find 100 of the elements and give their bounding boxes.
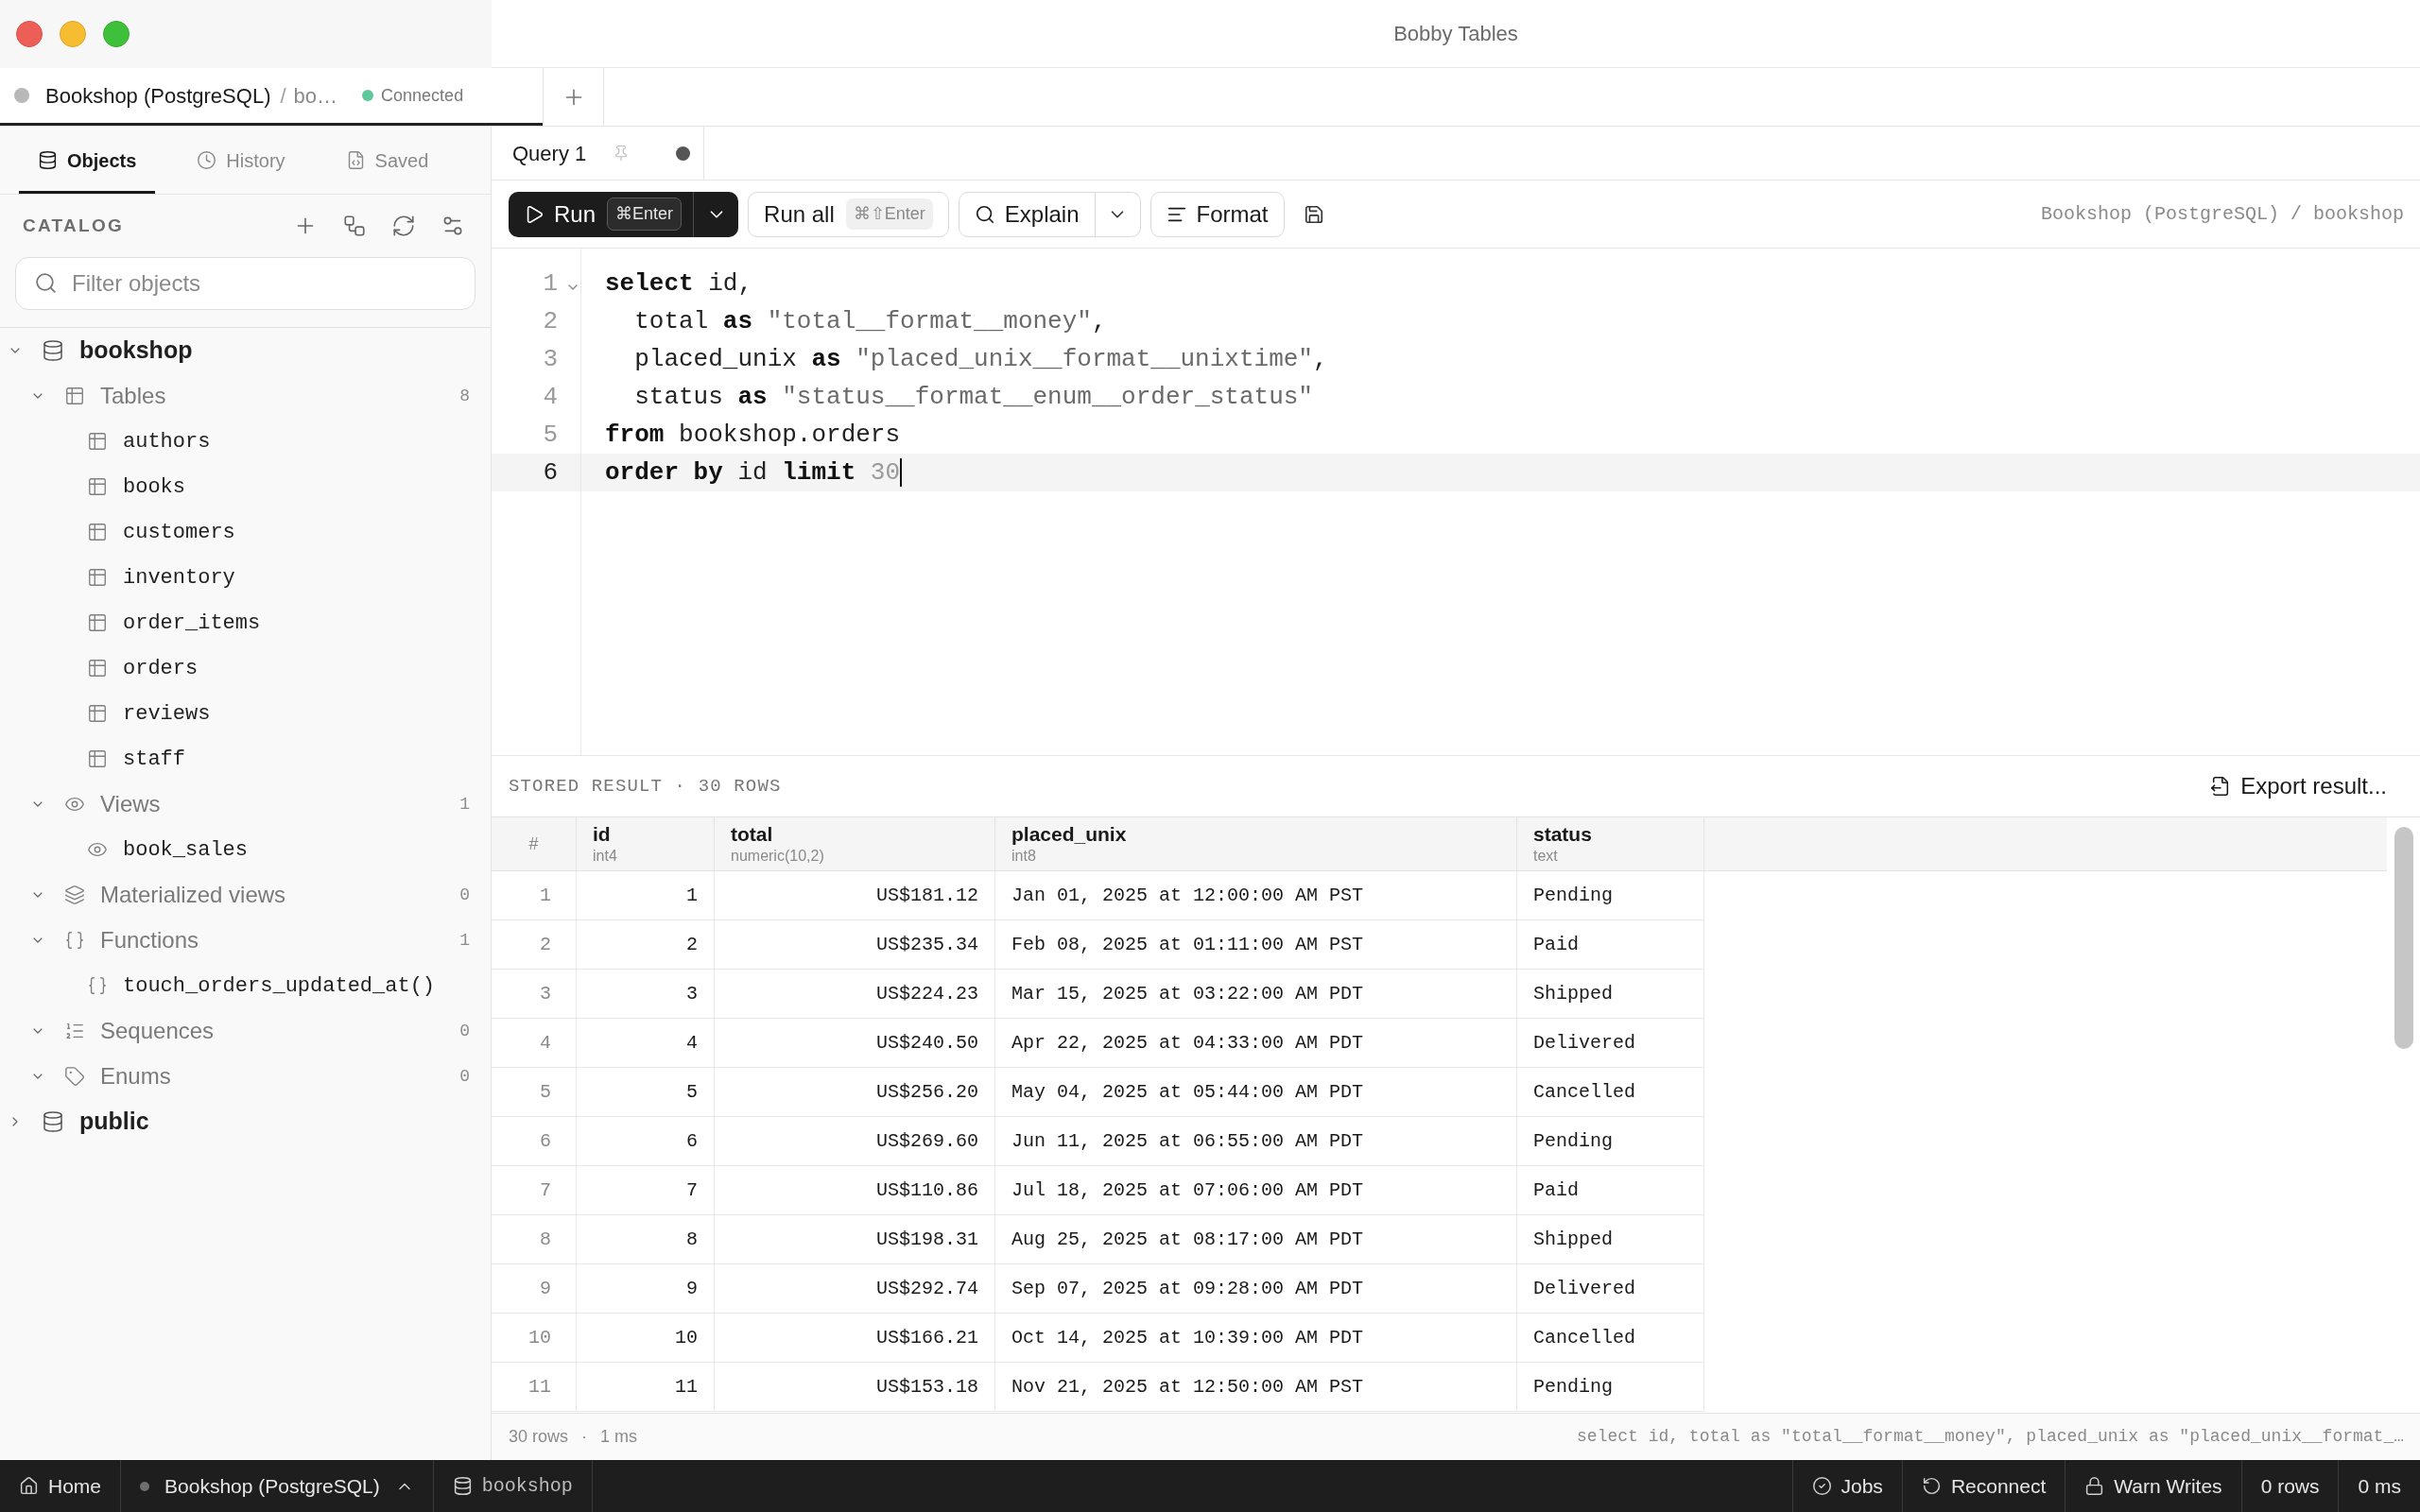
table-cell: US$110.86 (715, 1166, 995, 1215)
line-number: 2 (542, 305, 558, 337)
table-cell: Apr 22, 2025 at 04:33:00 AM PDT (995, 1019, 1517, 1068)
export-button[interactable]: Export result... (2210, 769, 2387, 803)
tree-item[interactable]: authors (123, 425, 211, 457)
table-cell: Cancelled (1517, 1068, 1704, 1117)
tree-item[interactable]: touch_orders_updated_at() (123, 970, 436, 1002)
reconnect-button[interactable]: Reconnect (1921, 1470, 2047, 1502)
line-number: 4 (542, 381, 558, 413)
home-button[interactable]: Home (19, 1470, 102, 1502)
connected-squares-icon[interactable] (342, 214, 367, 238)
run-button[interactable]: Run ⌘Enter (509, 191, 694, 237)
search-icon (974, 203, 995, 225)
table-cell: US$292.74 (715, 1264, 995, 1314)
refresh-icon[interactable] (391, 214, 416, 238)
row-number: 3 (492, 970, 577, 1019)
table-cell: US$240.50 (715, 1019, 995, 1068)
table-cell: 4 (577, 1019, 715, 1068)
tree-item[interactable]: reviews (123, 697, 211, 730)
table-icon (87, 612, 108, 633)
maximize-button[interactable] (103, 21, 130, 47)
table-icon (87, 567, 108, 588)
row-number: 6 (492, 1117, 577, 1166)
tree-item[interactable]: Tables (100, 379, 166, 413)
column-header[interactable]: placed_unix (1011, 822, 1516, 847)
database-button[interactable]: bookshop (452, 1471, 573, 1501)
tree-item[interactable]: Enums (100, 1059, 171, 1093)
database-icon (38, 150, 58, 170)
row-number: 5 (492, 1068, 577, 1117)
row-number: 11 (492, 1363, 577, 1412)
item-count: 0 (459, 1065, 470, 1088)
tree-item[interactable]: Views (100, 787, 161, 821)
clock-icon (197, 150, 217, 170)
tree-item[interactable]: orders (123, 652, 199, 684)
item-count: 1 (459, 793, 470, 816)
table-cell: Pending (1517, 871, 1704, 920)
column-header[interactable]: total (731, 822, 994, 847)
tree-item[interactable]: Functions (100, 923, 199, 957)
line-number: 6 (542, 456, 558, 489)
row-number: 8 (492, 1215, 577, 1264)
sidebar-tab[interactable]: Objects (19, 127, 156, 194)
table-cell: 8 (577, 1215, 715, 1264)
explain-button[interactable]: Explain (958, 191, 1096, 237)
braces-icon (87, 975, 108, 996)
code-line: status as "status__format__enum__order_status" (633, 381, 1314, 413)
tree-item[interactable]: order_items (123, 607, 261, 639)
item-count: 0 (459, 884, 470, 906)
item-count: 8 (459, 385, 470, 407)
table-cell: Cancelled (1517, 1314, 1704, 1363)
run-all-button[interactable]: Run all ⌘⇧Enter (748, 191, 949, 237)
query-text: select id, total as "total__format__money", placed_unix as "placed_unix__format_… (1577, 1426, 2404, 1448)
table-cell: 11 (577, 1363, 715, 1412)
tree-item[interactable]: inventory (123, 561, 235, 593)
format-button[interactable]: Format (1150, 191, 1285, 237)
save-icon (1303, 203, 1324, 225)
table-cell: Paid (1517, 1166, 1704, 1215)
column-header[interactable]: id (593, 822, 714, 847)
row-number: 10 (492, 1314, 577, 1363)
close-button[interactable] (16, 21, 43, 47)
column-header[interactable]: status (1533, 822, 1703, 847)
tree-item[interactable]: public (79, 1104, 149, 1140)
jobs-button[interactable]: Jobs (1811, 1470, 1883, 1502)
line-number: 1 (542, 267, 558, 300)
row-number: 1 (492, 871, 577, 920)
connection-button[interactable]: Bookshop (PostgreSQL) (140, 1470, 414, 1502)
table-cell: 3 (577, 970, 715, 1019)
search-icon (34, 271, 58, 295)
filter-field[interactable]: Filter objects (15, 257, 475, 310)
table-cell: Shipped (1517, 1215, 1704, 1264)
table-cell: 6 (577, 1117, 715, 1166)
table-icon (87, 748, 108, 769)
table-cell: 2 (577, 920, 715, 970)
text-cursor (900, 458, 903, 487)
table-cell: Oct 14, 2025 at 10:39:00 AM PDT (995, 1314, 1517, 1363)
lock-icon (2084, 1476, 2105, 1496)
tree-item[interactable]: book_sales (123, 833, 249, 866)
elapsed-time: 0 ms (2358, 1473, 2401, 1499)
table-cell: Jan 01, 2025 at 12:00:00 AM PST (995, 871, 1517, 920)
tag-icon (64, 1066, 85, 1087)
window-title: Bobby Tables (1393, 21, 1518, 47)
tree-item[interactable]: staff (123, 743, 185, 775)
column-type: numeric(10,2) (731, 847, 825, 866)
table-cell: Delivered (1517, 1264, 1704, 1314)
tree-item[interactable]: books (123, 471, 185, 503)
scrollbar-thumb[interactable] (2394, 827, 2413, 1049)
table-cell: Nov 21, 2025 at 12:50:00 AM PST (995, 1363, 1517, 1412)
dropdown-button[interactable] (693, 191, 739, 237)
table-cell: May 04, 2025 at 05:44:00 AM PDT (995, 1068, 1517, 1117)
row-count: 30 rows (509, 1426, 569, 1448)
table-cell: 7 (577, 1166, 715, 1215)
tree-item[interactable]: customers (123, 516, 235, 548)
warn-writes-button[interactable]: Warn Writes (2084, 1470, 2222, 1502)
tree-item[interactable]: Sequences (100, 1014, 215, 1048)
tree-item[interactable]: Materialized views (100, 878, 286, 912)
table-cell: US$224.23 (715, 970, 995, 1019)
row-number: 2 (492, 920, 577, 970)
tree-item[interactable]: bookshop (79, 333, 193, 369)
table-cell: Feb 08, 2025 at 01:11:00 AM PST (995, 920, 1517, 970)
connection-name: Bookshop (PostgreSQL) (45, 82, 271, 110)
check-circle-icon (1811, 1476, 1832, 1496)
